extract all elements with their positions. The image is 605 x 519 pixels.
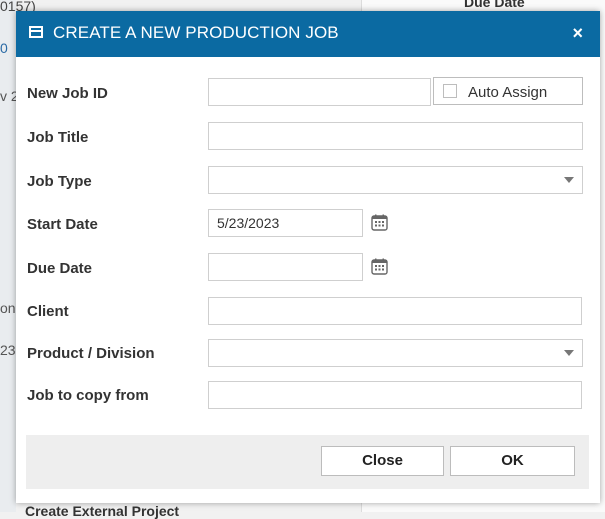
product-division-label: Product / Division xyxy=(27,345,155,362)
bg-bottom-label: Create External Project xyxy=(25,503,180,519)
create-production-job-dialog: CREATE A NEW PRODUCTION JOB × New Job ID… xyxy=(16,11,600,503)
client-input[interactable] xyxy=(208,297,582,325)
job-type-label: Job Type xyxy=(27,173,92,190)
calendar-icon[interactable] xyxy=(371,214,388,231)
chevron-down-icon[interactable] xyxy=(564,177,574,183)
close-icon[interactable]: × xyxy=(572,23,583,44)
start-date-input[interactable] xyxy=(208,209,363,237)
window-icon xyxy=(29,26,43,38)
product-division-select[interactable] xyxy=(208,339,583,367)
background-left-strip xyxy=(0,0,16,512)
chevron-down-icon[interactable] xyxy=(564,350,574,356)
bg-fragment-5: 23 xyxy=(0,342,16,358)
close-button[interactable]: Close xyxy=(321,446,444,476)
dialog-title: CREATE A NEW PRODUCTION JOB xyxy=(53,23,339,42)
job-type-select[interactable] xyxy=(208,166,583,194)
start-date-label: Start Date xyxy=(27,216,98,233)
job-title-input[interactable] xyxy=(208,122,583,150)
auto-assign-toggle[interactable]: Auto Assign xyxy=(433,77,583,105)
job-to-copy-label: Job to copy from xyxy=(27,387,149,404)
job-title-label: Job Title xyxy=(27,129,89,146)
new-job-id-label: New Job ID xyxy=(27,85,108,102)
ok-button[interactable]: OK xyxy=(450,446,575,476)
auto-assign-label: Auto Assign xyxy=(468,84,548,101)
bg-fragment-2: 0 xyxy=(0,40,8,56)
new-job-id-input[interactable] xyxy=(208,78,431,106)
job-to-copy-input[interactable] xyxy=(208,381,582,409)
due-date-input[interactable] xyxy=(208,253,363,281)
calendar-icon[interactable] xyxy=(371,258,388,275)
due-date-label: Due Date xyxy=(27,260,93,277)
bg-fragment-4: on xyxy=(0,300,16,316)
client-label: Client xyxy=(27,303,69,320)
checkbox-icon[interactable] xyxy=(443,84,457,98)
bg-due-date-header: Due Date xyxy=(464,0,525,10)
dialog-titlebar: CREATE A NEW PRODUCTION JOB × xyxy=(16,11,600,57)
